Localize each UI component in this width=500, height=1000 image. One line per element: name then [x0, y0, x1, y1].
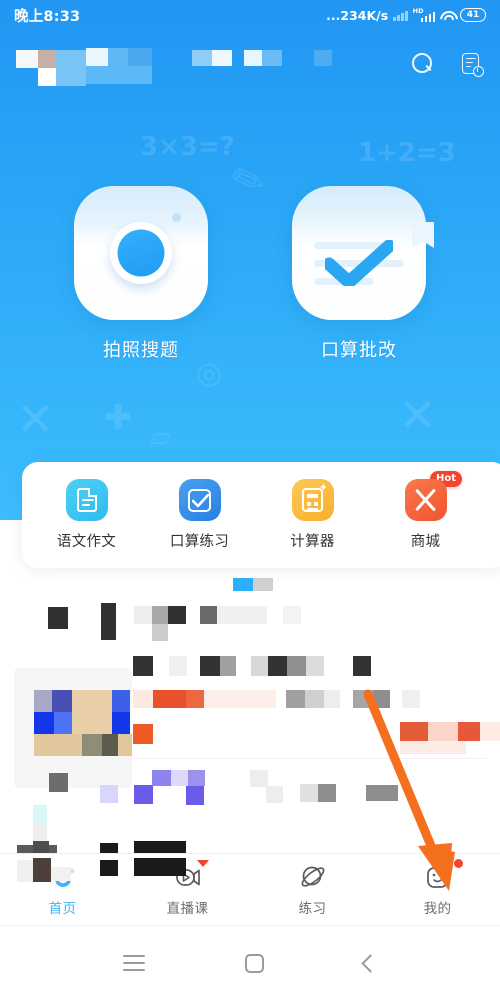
calculator-icon	[291, 479, 334, 521]
home-square-icon[interactable]	[245, 953, 264, 973]
signal-bars-icon	[393, 10, 408, 21]
feed-tab-indicator-2	[253, 578, 273, 591]
tab-mine[interactable]: 我的	[375, 859, 500, 917]
watermark-math-1: 3×3=?	[140, 132, 235, 162]
status-time: 晚上8:33	[14, 8, 81, 25]
feed-tab-indicator	[233, 578, 253, 591]
photo-search-label: 拍照搜题	[103, 340, 179, 361]
live-badge-triangle	[196, 860, 209, 867]
watermark-x-icon: ✕	[16, 392, 55, 446]
feed-divider	[14, 758, 486, 759]
app-header	[0, 38, 500, 90]
tab-live-class-label: 直播课	[166, 901, 209, 917]
quick-link-chinese-essay[interactable]: 语文作文	[30, 479, 143, 551]
signal-bars-hd-icon: HD	[413, 8, 435, 22]
check-mark-icon	[325, 240, 393, 286]
quick-link-label: 口算练习	[169, 534, 230, 550]
phone-screen: 3×3=? 1+2=3 ✕ ✚ ✕ ✎ ◎ ▱ 晚上8:33 ...234K/s…	[0, 0, 500, 1000]
quick-link-label: 语文作文	[56, 534, 117, 550]
bottom-tab-bar: 首页 直播课 练习 我的	[0, 853, 500, 925]
math-correction-button[interactable]: 口算批改	[292, 186, 434, 362]
status-indicators: ...234K/s HD 41	[326, 8, 486, 23]
check-paper-icon	[292, 186, 434, 320]
mall-pen-icon	[404, 479, 447, 521]
android-nav-bar	[0, 925, 500, 1000]
camera-icon	[74, 186, 208, 320]
planet-icon	[298, 862, 328, 892]
tab-practice-label: 练习	[298, 901, 327, 917]
search-icon[interactable]	[410, 52, 434, 76]
feed-thumbnail-censored[interactable]	[14, 668, 132, 788]
watermark-math-2: 1+2=3	[358, 138, 456, 168]
quick-link-label: 商城	[410, 534, 441, 550]
document-icon	[65, 479, 108, 521]
status-bar: 晚上8:33 ...234K/s HD 41	[0, 0, 500, 30]
quick-link-mall[interactable]: Hot 商城	[369, 471, 482, 551]
content-feed-censored[interactable]	[0, 570, 500, 855]
wifi-icon	[440, 10, 455, 21]
history-document-icon[interactable]	[460, 52, 484, 77]
tab-mine-label: 我的	[423, 901, 452, 917]
math-correction-label: 口算批改	[321, 340, 397, 361]
watermark-book-icon: ▱	[150, 420, 172, 453]
quick-link-math-practice[interactable]: 口算练习	[143, 479, 256, 551]
header-title-censored	[16, 46, 332, 86]
checkbox-icon	[178, 479, 221, 521]
photo-search-button[interactable]: 拍照搜题	[74, 186, 208, 362]
hero-action-row: 拍照搜题 口算批改	[0, 186, 500, 362]
quick-link-label: 计算器	[290, 534, 335, 550]
watermark-plus-icon: ✚	[104, 398, 133, 438]
tab-home-label: 首页	[48, 901, 77, 917]
header-actions	[410, 52, 484, 77]
mine-badge-dot	[453, 859, 463, 868]
smiley-face-icon	[423, 859, 463, 892]
watermark-x2-icon: ✕	[398, 388, 437, 442]
network-speed: ...234K/s	[326, 7, 389, 23]
quick-links-card: 语文作文 口算练习 计算器 Hot 商城	[22, 462, 500, 568]
tab-practice[interactable]: 练习	[250, 862, 375, 917]
quick-link-calculator[interactable]: 计算器	[256, 479, 369, 551]
menu-recents-icon[interactable]	[123, 955, 145, 971]
back-chevron-icon[interactable]	[361, 953, 380, 973]
battery-indicator: 41	[460, 8, 486, 22]
